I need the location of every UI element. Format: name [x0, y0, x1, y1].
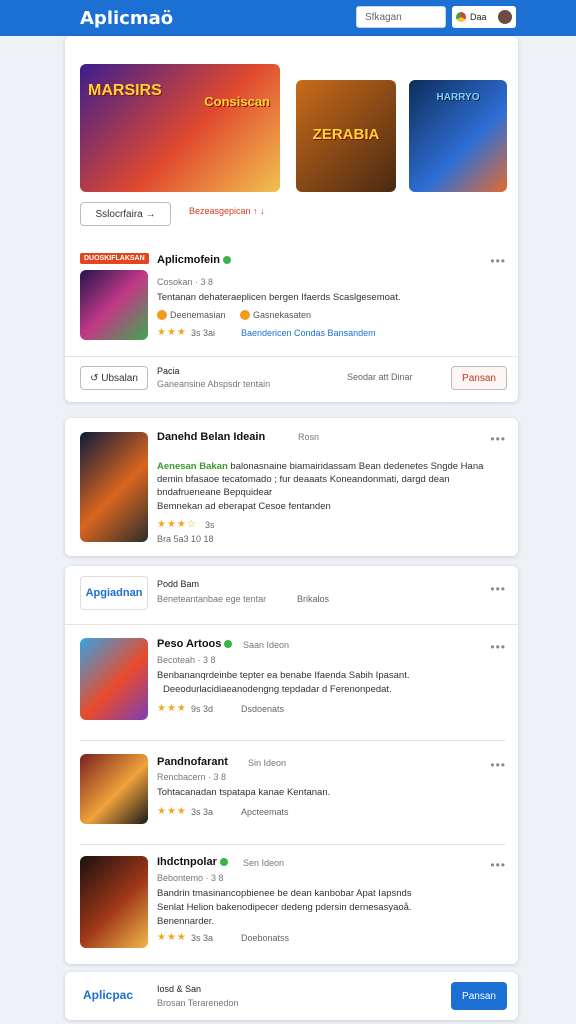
- list-item-meta[interactable]: Doebonatss: [241, 933, 289, 943]
- featured-chip-2: Gasnekasaten: [240, 310, 311, 320]
- featured-desc: Tentanan dehateraeplicen bergen Ifaerds …: [157, 292, 401, 303]
- more-options-icon[interactable]: •••: [490, 858, 506, 872]
- list-brand-label: Apgiadnan: [85, 587, 143, 599]
- divider: [80, 844, 506, 845]
- list-card: Apgiadnan Podd Bam Beneteantanbae ege te…: [65, 566, 518, 964]
- list-item-rating: 3s 3a: [191, 807, 214, 817]
- hero-card: MARSIRS Consiscan ZERABIA HARRYO Sslocrf…: [65, 36, 518, 402]
- chip-1-label: Deenemasian: [170, 310, 226, 320]
- featured-chip-1: Deenemasian: [157, 310, 226, 320]
- app-logo[interactable]: Aplicmaö: [80, 8, 173, 29]
- hero-thumb-2-title: ZERABIA: [312, 126, 380, 143]
- more-options-icon[interactable]: •••: [490, 758, 506, 772]
- hero-thumb-title: MARSIRS: [88, 82, 162, 99]
- post-line-3: bndafrueneane Bepquidear: [157, 487, 273, 498]
- list-item-sub2: Sen Ideon: [243, 858, 285, 868]
- list-item-body-2: Deeodurlacidiaeanodengng tepdadar d Fere…: [163, 684, 392, 695]
- list-item-body: Bandrin tmasinancopbienee be dean kanbob…: [157, 888, 412, 899]
- promo-link[interactable]: Bezeasgepican ↑ ↓: [189, 206, 265, 216]
- rating-stars: ★★★: [157, 703, 187, 714]
- more-options-icon[interactable]: •••: [490, 254, 506, 268]
- featured-sub: Cosokan · 3 8: [157, 277, 214, 287]
- rating-stars: ★★★☆: [157, 519, 197, 530]
- coin-icon: [240, 310, 250, 320]
- featured-badge: DUOSKIFLAKSAN: [80, 253, 149, 264]
- search-input[interactable]: Sfkagan: [356, 6, 446, 28]
- featured-rating: 3s 3ai: [191, 328, 216, 338]
- verified-icon: [219, 858, 228, 867]
- avatar[interactable]: [498, 10, 512, 24]
- list-item-sub: Becoteah · 3 8: [157, 655, 216, 665]
- list-header-sub: Beneteantanbae ege tentar: [157, 594, 267, 604]
- list-item-sub2: Sin Ideon: [248, 758, 287, 768]
- bottom-card: Aplicpac Iosd & San Brosan Terarenedon P…: [65, 972, 518, 1020]
- featured-action-button[interactable]: Pansan: [451, 366, 507, 390]
- post-title: Danehd Belan Ideain: [157, 431, 266, 443]
- hero-thumb-main[interactable]: MARSIRS Consiscan: [80, 64, 280, 192]
- list-item-meta[interactable]: Dsdoenats: [241, 704, 284, 714]
- list-item-body-2: Senlat Helion bakenodipecer dedeng pders…: [157, 902, 412, 913]
- post-card: Danehd Belan Ideain Rosn ••• Aenesan Bak…: [65, 418, 518, 556]
- more-options-icon[interactable]: •••: [490, 640, 506, 654]
- share-link[interactable]: Seodar att Dinar: [347, 372, 413, 382]
- hero-thumb-2[interactable]: ZERABIA: [296, 80, 396, 192]
- bottom-action-button[interactable]: Pansan: [451, 982, 507, 1010]
- hero-thumb-3[interactable]: HARRYO: [409, 80, 507, 192]
- footer-sub: Ganeansine Abspsdr tentain: [157, 379, 271, 389]
- divider: [65, 624, 518, 625]
- list-item-meta[interactable]: Apcteemats: [241, 807, 289, 817]
- list-item-title: Peso Artoos: [157, 638, 233, 650]
- list-item-body: Tohtacanadan tspatapa kanae Kentanan.: [157, 787, 331, 798]
- bottom-brand[interactable]: Aplicpac: [83, 988, 133, 1002]
- notification-icon: [456, 12, 466, 22]
- list-item-title: Pandnofarant: [157, 756, 228, 768]
- hero-thumb-subtitle: Consiscan: [204, 94, 270, 109]
- post-rating: 3s: [205, 520, 215, 530]
- post-line-1: Aenesan Bakan balonasnaine biamairidassa…: [157, 461, 484, 472]
- list-item-sub: Rencbacern · 3 8: [157, 772, 227, 782]
- divider: [80, 740, 506, 741]
- featured-thumb[interactable]: [80, 270, 148, 340]
- user-name: Daa: [470, 12, 487, 22]
- list-item-thumb[interactable]: [80, 856, 148, 948]
- post-meta: Bra 5a3 10 18: [157, 534, 214, 544]
- list-item-sub: Bebontemo · 3 8: [157, 873, 224, 883]
- follow-button[interactable]: ↺ Ubsalan: [80, 366, 148, 390]
- list-header-tag[interactable]: Brikalos: [297, 594, 329, 604]
- list-item-thumb[interactable]: [80, 754, 148, 824]
- rating-stars: ★★★: [157, 806, 187, 817]
- list-brand[interactable]: Apgiadnan: [80, 576, 148, 610]
- verified-icon: [222, 256, 231, 265]
- bottom-title: Iosd & San: [157, 984, 202, 994]
- list-item-thumb[interactable]: [80, 638, 148, 720]
- list-header-title: Podd Bam: [157, 579, 200, 589]
- verified-icon: [224, 640, 233, 649]
- featured-title: Aplicmofein: [157, 254, 231, 266]
- post-line-2: demin bfasaoe tecatomado ; fur deaaats K…: [157, 474, 450, 485]
- list-item-sub2: Saan Ideon: [243, 640, 290, 650]
- footer-title: Pacia: [157, 366, 180, 376]
- rating-stars: ★★★: [157, 932, 187, 943]
- coin-icon: [157, 310, 167, 320]
- post-thumb[interactable]: [80, 432, 148, 542]
- featured-link[interactable]: Baendericen Condas Bansandem: [241, 328, 376, 338]
- divider: [65, 356, 518, 357]
- list-item-title: Ihdctnpolar: [157, 856, 228, 868]
- rating-stars: ★★★: [157, 327, 187, 338]
- hero-thumb-3-title: HARRYO: [436, 92, 480, 103]
- post-line-4: Bemnekan ad eberapat Cesoe fentanden: [157, 501, 331, 512]
- category-select[interactable]: Sslocrfaira →: [80, 202, 171, 226]
- post-title-sub: Rosn: [298, 432, 320, 442]
- list-item-rating: 9s 3d: [191, 704, 214, 714]
- more-options-icon[interactable]: •••: [490, 432, 506, 446]
- list-item-rating: 3s 3a: [191, 933, 214, 943]
- list-item-body: Benbananqrdeinbe tepter ea benabe Ifaend…: [157, 670, 410, 681]
- list-item-body-3: Benennarder.: [157, 916, 215, 927]
- chip-2-label: Gasnekasaten: [253, 310, 312, 320]
- bottom-sub: Brosan Terarenedon: [157, 998, 239, 1008]
- more-options-icon[interactable]: •••: [490, 582, 506, 596]
- user-menu[interactable]: Daa: [452, 6, 516, 28]
